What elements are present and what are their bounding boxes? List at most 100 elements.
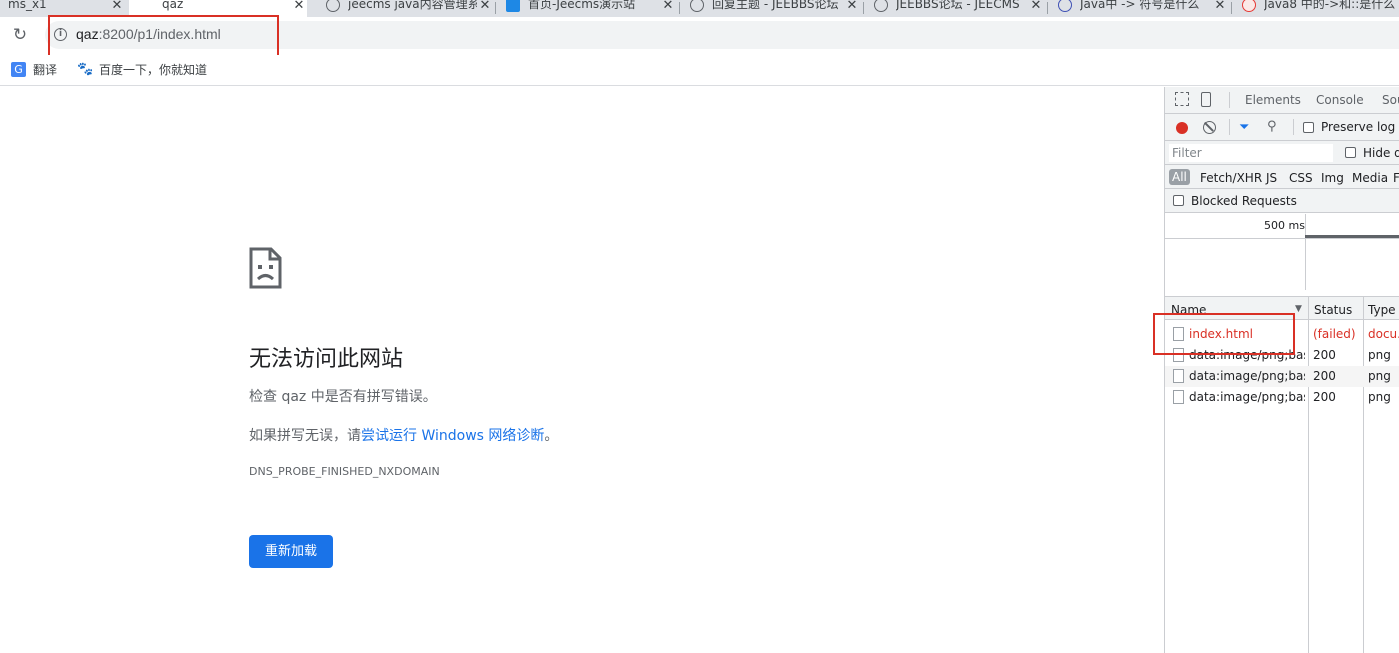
jeecms-icon [506,0,520,12]
request-type: png [1368,390,1391,404]
bookmark-label: 翻译 [33,63,58,77]
fire-icon [1242,0,1256,12]
bookmarks-bar: G 翻译 🐾 百度一下，你就知道 [0,55,1399,86]
request-row[interactable]: data:image/png;bas... 200 png [1165,387,1399,408]
type-filter-js[interactable]: JS [1266,171,1277,185]
divider [1229,119,1230,135]
globe-icon [690,0,704,12]
tab-title: JEEBBS论坛 - JEECMS [896,0,1020,11]
tab-close-icon[interactable]: ✕ [477,0,493,13]
overview-time-label: 500 ms [1264,219,1305,232]
column-header-type[interactable]: Type [1368,303,1396,317]
type-filter-bar: All Fetch/XHR JS CSS Img Media Fo [1165,165,1399,189]
filter-bar: Filter Hide d [1165,141,1399,165]
search-icon[interactable]: ⚲ [1267,119,1277,134]
globe-icon [326,0,340,12]
column-header-status[interactable]: Status [1314,303,1352,317]
blocked-requests-checkbox[interactable] [1173,195,1184,206]
request-status: 200 [1313,348,1336,362]
devtools-tab-console[interactable]: Console [1316,93,1364,107]
tab-jeebbs-reply[interactable]: 回复主题 - JEEBBS论坛 ✕ [682,0,860,17]
tab-title: jeecms java内容管理系 [348,0,477,11]
tab-close-icon[interactable]: ✕ [291,0,307,13]
request-status: (failed) [1313,327,1356,341]
image-file-icon [1173,390,1184,404]
tab-jeebbs-forum[interactable]: JEEBBS论坛 - JEECMS ✕ [866,0,1044,17]
error-code: DNS_PROBE_FINISHED_NXDOMAIN [249,465,440,478]
type-filter-css[interactable]: CSS [1289,171,1313,185]
blocked-requests-bar: Blocked Requests [1165,189,1399,213]
bookmark-label: 百度一下，你就知道 [99,63,208,77]
tab-close-icon[interactable]: ✕ [660,0,676,13]
type-filter-img[interactable]: Img [1321,171,1344,185]
tab-close-icon[interactable]: ✕ [1028,0,1044,13]
network-overview[interactable]: 500 ms [1165,214,1399,294]
request-type: docu... [1368,327,1399,341]
filter-input[interactable]: Filter [1169,144,1333,162]
overview-line [1165,238,1399,239]
bookmark-translate[interactable]: G 翻译 [11,61,57,78]
globe-icon [874,0,888,12]
record-icon[interactable] [1176,122,1188,134]
request-name: data:image/png;bas... [1189,369,1305,383]
sort-desc-icon[interactable]: ▼ [1295,304,1302,314]
type-filter-xhr[interactable]: Fetch/XHR [1200,171,1262,185]
tab-jeecms[interactable]: jeecms java内容管理系 ✕ [318,0,493,17]
request-row[interactable]: data:image/png;bas... 200 png [1165,366,1399,387]
bookmark-baidu[interactable]: 🐾 百度一下，你就知道 [77,61,207,78]
suggestion-suffix: 。 [544,428,559,444]
tab-separator [1231,2,1232,14]
inspect-icon[interactable] [1175,92,1189,106]
divider [1293,119,1294,135]
tab-title: ms_x1 [8,0,47,11]
tab-title: 回复主题 - JEEBBS论坛 [712,0,839,11]
devtools-tab-sources[interactable]: Sou [1382,93,1399,107]
tab-close-icon[interactable]: ✕ [844,0,860,13]
preserve-log-checkbox[interactable] [1303,122,1314,133]
device-toolbar-icon[interactable] [1201,92,1211,107]
sad-page-icon [249,247,282,289]
request-type: png [1368,348,1391,362]
tab-title: Java8 中的->和::是什么 [1264,0,1396,11]
blocked-requests-label: Blocked Requests [1191,194,1297,208]
suggestion-prefix: 如果拼写无误，请 [249,428,361,444]
hide-data-urls-checkbox[interactable] [1345,147,1356,158]
tab-close-icon[interactable]: ✕ [1212,0,1228,13]
preserve-log-label: Preserve log [1321,120,1396,134]
tab-java-arrow[interactable]: Java中 -> 符号是什么 ✕ [1050,0,1228,17]
type-filter-font[interactable]: Fo [1393,171,1399,185]
request-status: 200 [1313,369,1336,383]
tab-jeecms-demo[interactable]: 首页-Jeecms演示站 ✕ [498,0,676,17]
baidu-paw-icon: 🐾 [77,62,94,77]
request-status: 200 [1313,390,1336,404]
devtools-tab-elements[interactable]: Elements [1245,93,1301,107]
image-file-icon [1173,369,1184,383]
tab-separator [863,2,864,14]
error-hint: 检查 qaz 中是否有拼写错误。 [249,389,437,405]
clear-icon[interactable] [1203,121,1216,134]
devtools-panel: Elements Console Sou ⏷ ⚲ Preserve log Fi… [1164,87,1399,653]
baidu-icon [1058,0,1072,12]
type-filter-all[interactable]: All [1169,169,1190,185]
tab-separator [495,2,496,14]
tab-close-icon[interactable]: ✕ [109,0,125,13]
devtools-tabbar: Elements Console Sou [1165,87,1399,114]
network-diagnostics-link[interactable]: 尝试运行 Windows 网络诊断 [361,428,544,444]
tab-separator [1047,2,1048,14]
tab-separator [679,2,680,14]
hide-data-urls-label: Hide d [1363,146,1399,160]
annotation-box [1153,313,1295,355]
tab-java8[interactable]: Java8 中的->和::是什么 [1234,0,1399,17]
type-filter-media[interactable]: Media [1352,171,1388,185]
error-page: 无法访问此网站 检查 qaz 中是否有拼写错误。 如果拼写无误，请尝试运行 Wi… [0,87,1164,653]
divider [1229,92,1230,108]
overview-gridline [1305,214,1306,290]
reload-icon[interactable]: ↻ [10,25,30,45]
error-title: 无法访问此网站 [249,347,404,372]
network-toolbar: ⏷ ⚲ Preserve log [1165,114,1399,141]
request-type: png [1368,369,1391,383]
filter-icon[interactable]: ⏷ [1239,120,1249,135]
annotation-box [48,15,279,60]
tab-title: qaz [162,0,184,11]
reload-button[interactable]: 重新加载 [249,535,333,568]
